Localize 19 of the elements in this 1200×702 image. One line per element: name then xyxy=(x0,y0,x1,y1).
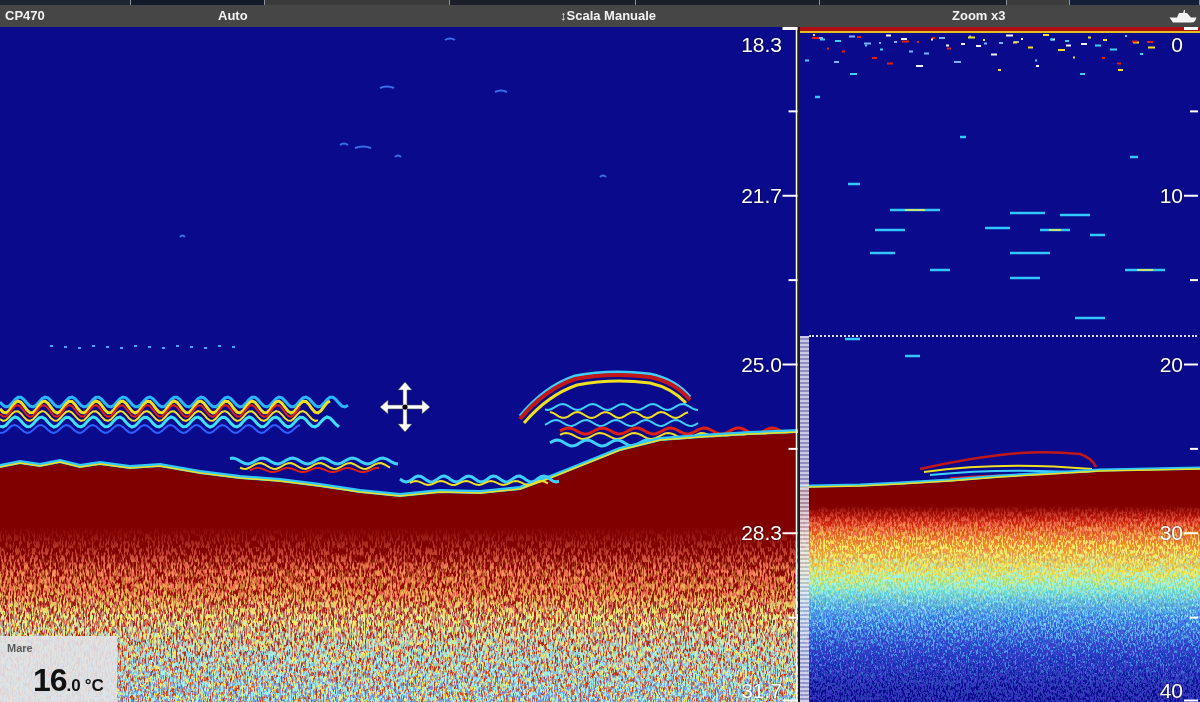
depth-label: 0 xyxy=(1171,34,1183,56)
depth-label: 30 xyxy=(1159,522,1183,545)
depth-label: 25.0 xyxy=(741,353,782,376)
depth-label: 20 xyxy=(1159,353,1183,376)
move-cursor-icon xyxy=(379,381,431,433)
boat-icon xyxy=(1169,9,1197,23)
temperature-label: Mare xyxy=(7,642,33,654)
temperature-unit: °C xyxy=(84,676,104,696)
depth-label: 31.7 xyxy=(741,680,782,702)
temperature-reading: 16.0 xyxy=(33,663,81,700)
zoom-label: Zoom x3 xyxy=(952,8,1006,24)
device-label: CP470 xyxy=(5,8,45,24)
depth-label: 18.3 xyxy=(741,34,782,56)
range-label: ↕Scala Manuale xyxy=(560,8,657,24)
depth-label: 10 xyxy=(1159,184,1183,207)
mode-label: Auto xyxy=(218,8,248,24)
depth-label: 40 xyxy=(1159,680,1183,702)
depth-label: 21.7 xyxy=(741,184,782,207)
depth-label: 28.3 xyxy=(741,522,782,545)
